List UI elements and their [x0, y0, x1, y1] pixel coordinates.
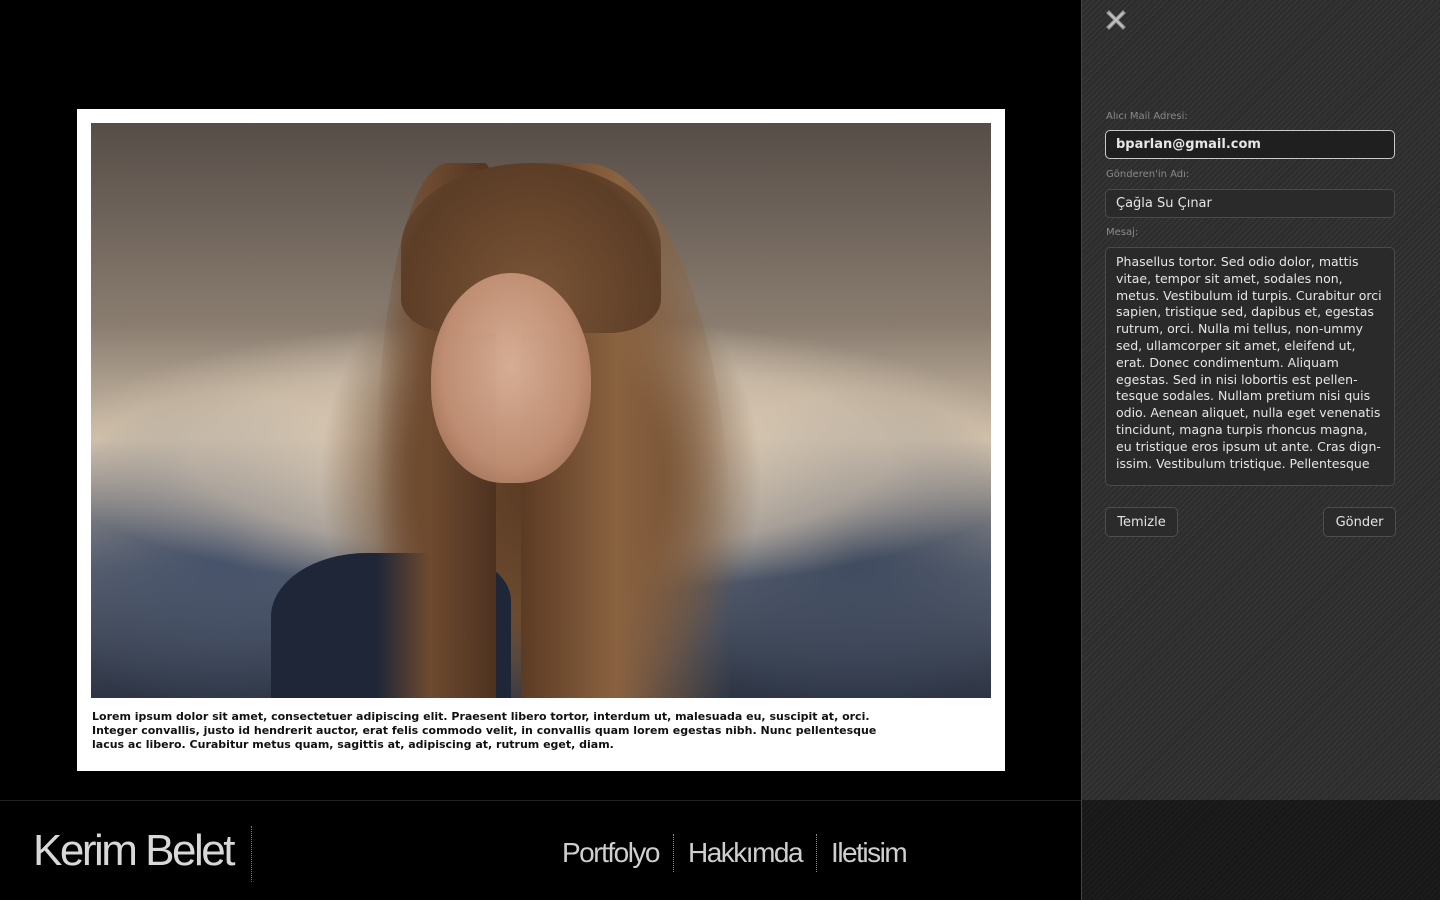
footer-divider — [0, 800, 1081, 801]
nav-iletisim[interactable]: Iletisim — [817, 837, 920, 869]
send-button[interactable]: Gönder — [1323, 507, 1396, 537]
portrait-photo[interactable] — [91, 123, 991, 698]
nav-hakkimda[interactable]: Hakkımda — [674, 837, 816, 869]
message-textarea[interactable]: Phasellus tortor. Sed odio dolor, mattis… — [1105, 247, 1395, 486]
clear-button[interactable]: Temizle — [1105, 507, 1178, 537]
main-stage: Lorem ipsum dolor sit amet, consectetuer… — [0, 0, 1081, 800]
nav-portfolyo[interactable]: Portfolyo — [562, 837, 673, 869]
brand-logo[interactable]: Kerim Belet — [33, 826, 235, 876]
photo-face — [431, 273, 591, 483]
main-nav: Portfolyo Hakkımda Iletisim — [562, 834, 920, 872]
photo-caption: Lorem ipsum dolor sit amet, consectetuer… — [92, 710, 877, 751]
panel-footer-shade — [1082, 800, 1440, 900]
sender-label: Gönderen'in Adı: — [1106, 169, 1190, 180]
photo-card: Lorem ipsum dolor sit amet, consectetuer… — [77, 109, 1005, 771]
sender-name-input[interactable] — [1105, 189, 1395, 218]
contact-panel: Alıcı Mail Adresi: Gönderen'in Adı: Mesa… — [1081, 0, 1440, 900]
recipient-email-input[interactable] — [1105, 130, 1395, 159]
message-label: Mesaj: — [1106, 227, 1139, 238]
recipient-label: Alıcı Mail Adresi: — [1106, 111, 1188, 122]
close-icon[interactable] — [1106, 10, 1126, 30]
brand-separator — [251, 826, 252, 882]
